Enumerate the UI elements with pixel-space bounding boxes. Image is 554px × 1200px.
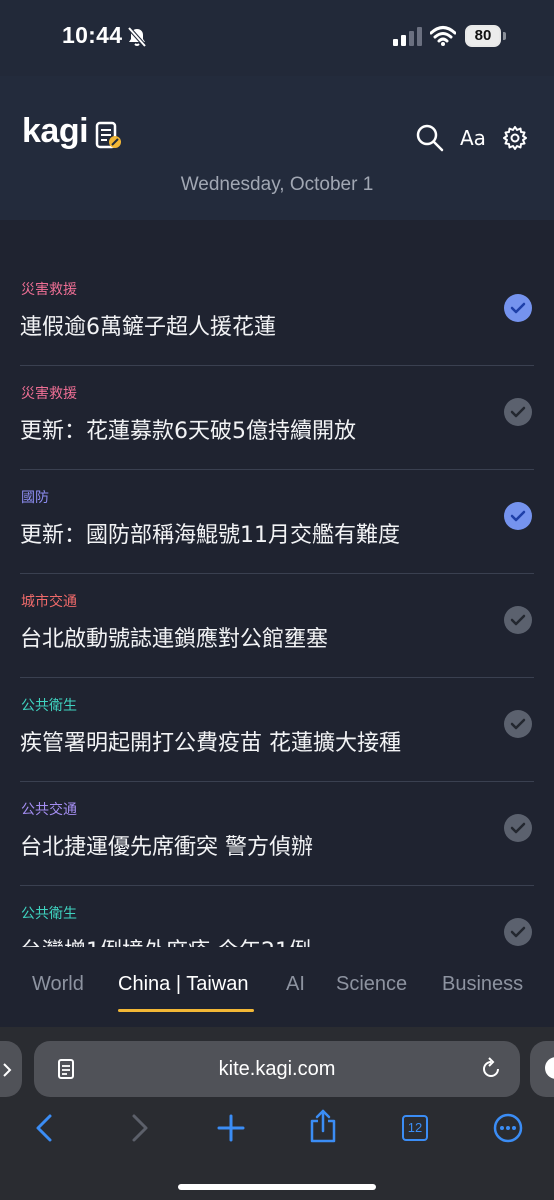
font-size-icon[interactable]: Aa <box>460 126 486 150</box>
news-item[interactable]: 公共衛生 台灣增1例境外麻疹 今年21例 <box>20 886 534 947</box>
status-time: 10:44 <box>62 22 123 48</box>
read-check-icon[interactable] <box>504 398 532 426</box>
read-check-icon[interactable] <box>504 606 532 634</box>
read-check-icon[interactable] <box>504 918 532 946</box>
more-icon[interactable] <box>493 1113 523 1143</box>
news-title[interactable]: 台灣增1例境外麻疹 今年21例 <box>20 933 311 947</box>
previous-tab-preview[interactable] <box>0 1041 22 1097</box>
chevron-right-icon <box>3 1063 12 1077</box>
news-item[interactable]: 災害救援 連假逾6萬鏟子超人援花蓮 <box>20 262 534 366</box>
address-bar[interactable]: kite.kagi.com <box>34 1041 520 1097</box>
news-item[interactable]: 公共衛生 疾管署明起開打公費疫苗 花蓮擴大接種 <box>20 678 534 782</box>
url-text[interactable]: kite.kagi.com <box>34 1058 520 1081</box>
news-title[interactable]: 更新：花蓮募款6天破5億持續開放 <box>20 413 356 445</box>
read-check-icon[interactable] <box>504 814 532 842</box>
tab-business[interactable]: Business <box>442 973 523 996</box>
news-title[interactable]: 疾管署明起開打公費疫苗 花蓮擴大接種 <box>20 725 401 757</box>
forward-icon[interactable] <box>124 1113 154 1143</box>
news-title[interactable]: 台北捷運優先席衝突 警方偵辦 <box>20 829 313 861</box>
tabs-icon[interactable]: 12 <box>402 1115 428 1141</box>
tab-world[interactable]: World <box>32 973 84 996</box>
tab-china-taiwan[interactable]: China | Taiwan <box>118 973 248 996</box>
cellular-signal-icon <box>393 27 422 46</box>
read-check-icon[interactable] <box>504 710 532 738</box>
newspaper-icon <box>95 121 121 149</box>
news-category: 公共交通 <box>21 802 77 818</box>
back-icon[interactable] <box>30 1113 60 1143</box>
news-category: 災害救援 <box>21 386 77 402</box>
news-title[interactable]: 連假逾6萬鏟子超人援花蓮 <box>20 309 276 341</box>
date-line: Wednesday, October 1 <box>180 174 374 195</box>
tab-science[interactable]: Science <box>336 973 407 996</box>
new-tab-icon[interactable] <box>216 1113 246 1143</box>
category-tab-bar: World China | Taiwan AI Science Business <box>0 947 554 1027</box>
news-category: 城市交通 <box>21 594 77 610</box>
read-check-icon[interactable] <box>504 502 532 530</box>
home-indicator <box>178 1184 376 1190</box>
news-category: 公共衛生 <box>21 698 77 714</box>
news-category: 公共衛生 <box>21 906 77 922</box>
news-category: 國防 <box>21 490 49 506</box>
tab-ai[interactable]: AI <box>286 973 305 996</box>
news-item[interactable]: 國防 更新：國防部稱海鯤號11月交艦有難度 <box>20 470 534 574</box>
browser-toolbar: kite.kagi.com 12 <box>0 1027 554 1200</box>
gear-icon[interactable] <box>503 126 527 150</box>
share-icon[interactable] <box>308 1109 338 1143</box>
news-category: 災害救援 <box>21 282 77 298</box>
x-logo-icon <box>545 1057 554 1079</box>
news-title[interactable]: 更新：國防部稱海鯤號11月交艦有難度 <box>20 517 400 549</box>
battery-icon: 80 <box>465 25 501 47</box>
kagi-logo[interactable]: kagi <box>22 112 89 151</box>
news-item[interactable]: 災害救援 更新：花蓮募款6天破5億持續開放 <box>20 366 534 470</box>
read-check-icon[interactable] <box>504 294 532 322</box>
news-list: 災害救援 連假逾6萬鏟子超人援花蓮 災害救援 更新：花蓮募款6天破5億持續開放 … <box>0 262 554 947</box>
active-tab-indicator <box>118 1009 254 1012</box>
news-item[interactable]: 城市交通 台北啟動號誌連鎖應對公館壅塞 <box>20 574 534 678</box>
bell-slash-icon <box>127 26 147 48</box>
next-tab-preview[interactable] <box>530 1041 554 1097</box>
news-item[interactable]: 公共交通 台北捷運優先席衝突 警方偵辦 <box>20 782 534 886</box>
news-title[interactable]: 台北啟動號誌連鎖應對公館壅塞 <box>20 621 328 653</box>
wifi-icon <box>430 26 456 46</box>
status-bar: 10:44 80 <box>0 0 554 76</box>
battery-cap <box>503 32 506 40</box>
reload-icon[interactable] <box>480 1057 502 1081</box>
search-icon[interactable] <box>415 123 445 153</box>
app-header: kagi Aa Wednesday, October 1 <box>0 76 554 220</box>
